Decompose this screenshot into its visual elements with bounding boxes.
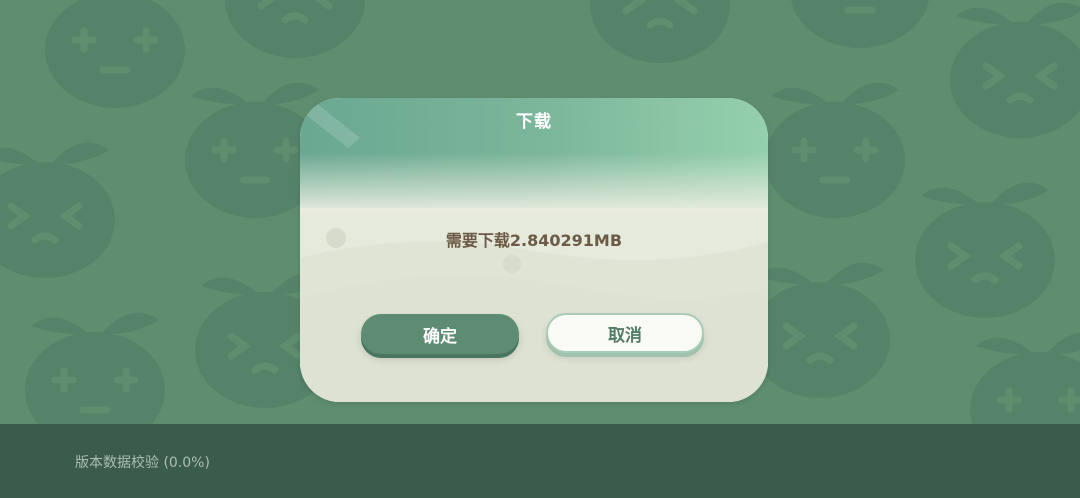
cancel-button[interactable]: 取消 bbox=[546, 313, 704, 353]
download-size-message: 需要下载2.840291MB bbox=[445, 231, 623, 250]
verification-status-text: 版本数据校验 (0.0%) bbox=[75, 455, 210, 471]
status-bar: 版本数据校验 (0.0%) bbox=[0, 424, 1080, 498]
download-dialog: 下载 需要下载2.840291MB 确定 取消 bbox=[300, 98, 768, 402]
confirm-button[interactable]: 确定 bbox=[361, 314, 519, 354]
dialog-title: 下载 bbox=[516, 112, 552, 132]
loading-screen: 下载 需要下载2.840291MB 确定 取消 版本数据校验 (0.0%) bbox=[0, 0, 1080, 498]
